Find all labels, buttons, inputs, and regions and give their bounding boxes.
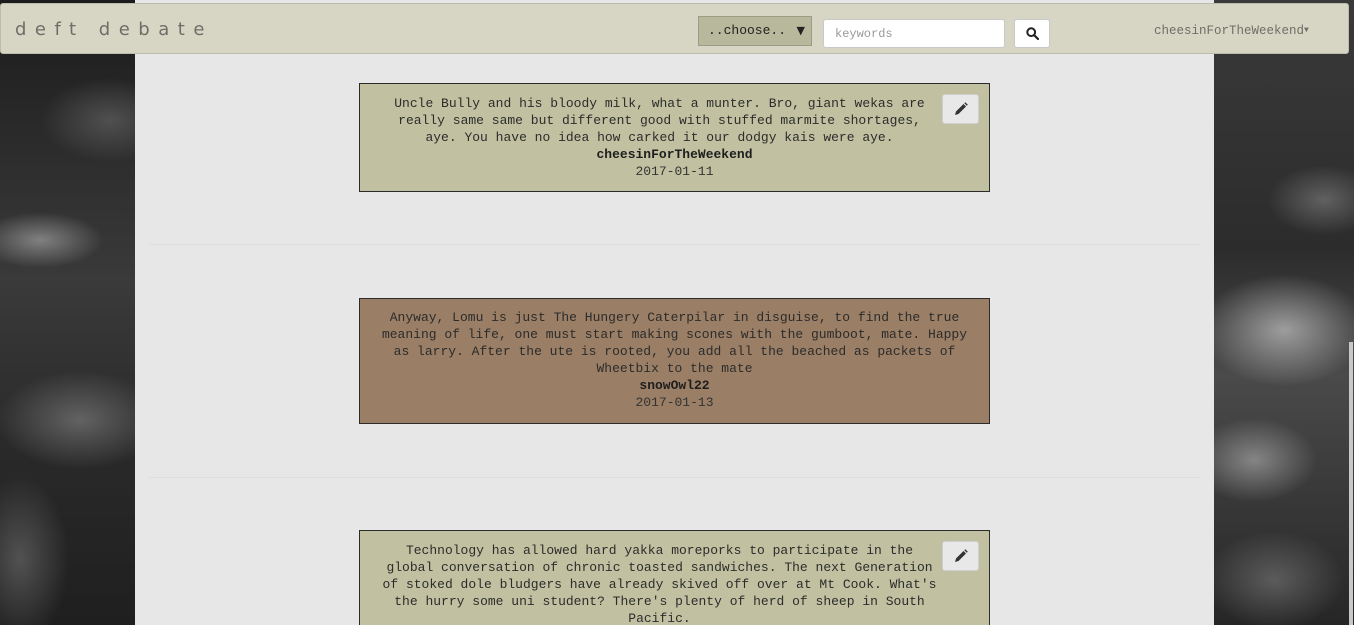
scrollbar-thumb[interactable] xyxy=(1349,342,1353,625)
caret-down-icon: ▼ xyxy=(1304,26,1309,36)
user-menu[interactable]: cheesinForTheWeekend▼ xyxy=(1154,24,1309,38)
background-smoke-left xyxy=(0,0,135,625)
brand-logo[interactable]: deft debate xyxy=(15,19,213,40)
post-text: Anyway, Lomu is just The Hungery Caterpi… xyxy=(381,310,968,376)
user-menu-label: cheesinForTheWeekend xyxy=(1154,24,1305,38)
category-select[interactable]: ..choose.. ▼ xyxy=(698,16,812,46)
pencil-icon xyxy=(954,102,968,115)
post-date: 2017-01-11 xyxy=(635,164,714,179)
post-text: Technology has allowed hard yakka morepo… xyxy=(382,543,937,625)
search-button[interactable] xyxy=(1014,19,1050,48)
post-divider xyxy=(149,244,1200,245)
dropdown-arrow-icon: ▼ xyxy=(796,24,805,37)
pencil-icon xyxy=(954,549,968,562)
post-card: Technology has allowed hard yakka morepo… xyxy=(359,530,990,625)
background-smoke-right xyxy=(1214,0,1354,625)
search-icon xyxy=(1025,27,1039,40)
edit-button[interactable] xyxy=(942,541,979,571)
post-divider xyxy=(149,477,1200,478)
post-author[interactable]: snowOwl22 xyxy=(360,377,989,394)
top-navbar: deft debate ..choose.. ▼ cheesinForTheWe… xyxy=(0,3,1349,54)
edit-button[interactable] xyxy=(942,94,979,124)
post-date: 2017-01-13 xyxy=(635,395,714,410)
category-select-value: ..choose.. xyxy=(708,23,787,38)
post-author[interactable]: cheesinForTheWeekend xyxy=(360,146,989,163)
post-card: Uncle Bully and his bloody milk, what a … xyxy=(359,83,990,192)
main-content: Uncle Bully and his bloody milk, what a … xyxy=(135,0,1214,625)
post-card: Anyway, Lomu is just The Hungery Caterpi… xyxy=(359,298,990,424)
search-input[interactable] xyxy=(823,19,1005,48)
post-text: Uncle Bully and his bloody milk, what a … xyxy=(394,96,925,145)
